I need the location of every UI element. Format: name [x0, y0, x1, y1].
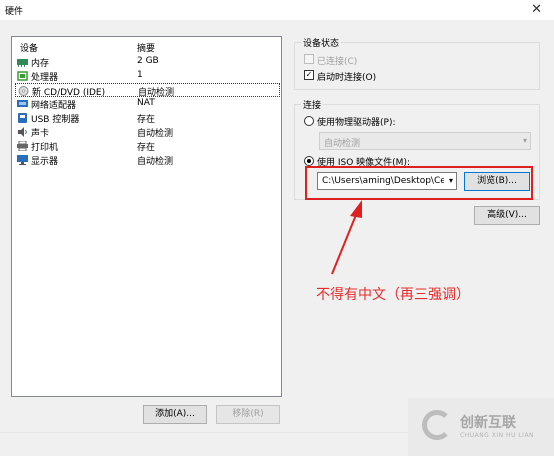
physical-drive-label: 使用物理驱动器(P):: [317, 118, 396, 128]
connected-checkbox[interactable]: [304, 54, 314, 64]
device-name: USB 控制器: [31, 115, 80, 125]
add-button[interactable]: 添加(A)...: [143, 405, 207, 424]
device-name: 处理器: [31, 73, 59, 83]
memory-icon: [17, 59, 28, 67]
device-summary: 2 GB: [137, 56, 159, 66]
cd-dvd-icon: [18, 86, 29, 96]
network-adapter-icon: [17, 100, 28, 107]
device-list[interactable]: 设备 摘要 内存 2 GB 处理器 1 新 CD/DVD (IDE) 自动检测 …: [11, 36, 282, 397]
device-summary: 存在: [137, 115, 156, 125]
sound-card-icon: [18, 127, 27, 137]
device-row-printer[interactable]: 打印机 存在: [15, 139, 280, 153]
physical-drive-radio[interactable]: [304, 116, 314, 126]
device-summary: 自动检测: [137, 129, 174, 139]
device-status-group: 设备状态 已连接(C) ✓ 启动时连接(O): [294, 36, 540, 90]
connected-label: 已连接(C): [317, 57, 358, 67]
annotation-text: 不得有中文（再三强调）: [316, 287, 470, 303]
device-row-cd-dvd[interactable]: 新 CD/DVD (IDE) 自动检测: [15, 83, 280, 98]
device-summary: 1: [137, 70, 143, 80]
watermark-subtitle: CHUANG XIN HU LIAN: [460, 432, 535, 439]
close-icon[interactable]: ✕: [531, 2, 542, 17]
device-status-label: 设备状态: [301, 36, 342, 49]
watermark: 创新互联 CHUANG XIN HU LIAN: [408, 398, 554, 456]
highlight-box: [305, 166, 533, 200]
device-summary: 自动检测: [137, 157, 174, 167]
device-name: 显示器: [31, 157, 59, 167]
device-row-processor[interactable]: 处理器 1: [15, 69, 280, 83]
advanced-button[interactable]: 高级(V)...: [474, 206, 540, 225]
device-list-header: 设备 摘要: [12, 41, 281, 55]
window-title: 硬件: [5, 7, 24, 17]
remove-button[interactable]: 移除(R): [216, 405, 280, 424]
device-summary: NAT: [137, 98, 155, 108]
watermark-brand: 创新互联: [460, 415, 516, 431]
usb-icon: [18, 113, 27, 123]
iso-image-radio[interactable]: [304, 156, 314, 166]
chevron-down-icon: ▾: [522, 136, 527, 145]
title-bar: 硬件 ✕: [0, 0, 554, 20]
device-name: 内存: [31, 59, 50, 69]
device-summary: 存在: [137, 143, 156, 153]
device-row-usb[interactable]: USB 控制器 存在: [15, 111, 280, 125]
device-name: 打印机: [31, 143, 59, 153]
connection-label: 连接: [301, 98, 324, 111]
device-name: 声卡: [31, 129, 50, 139]
device-row-network[interactable]: 网络适配器 NAT: [15, 97, 280, 111]
connect-at-power-on-checkbox[interactable]: ✓: [304, 70, 314, 80]
printer-icon: [17, 141, 28, 151]
physical-drive-select[interactable]: 自动检测 ▾: [319, 132, 531, 150]
device-row-sound[interactable]: 声卡 自动检测: [15, 125, 280, 139]
physical-drive-value: 自动检测: [324, 139, 361, 149]
display-icon: [17, 155, 28, 165]
column-header-summary[interactable]: 摘要: [137, 41, 155, 54]
column-header-device[interactable]: 设备: [20, 41, 38, 54]
processor-icon: [17, 71, 28, 81]
device-row-memory[interactable]: 内存 2 GB: [15, 55, 280, 69]
device-name: 网络适配器: [31, 101, 77, 111]
watermark-logo-icon: [422, 410, 452, 440]
device-row-display[interactable]: 显示器 自动检测: [15, 153, 280, 167]
connect-at-power-on-label: 启动时连接(O): [317, 73, 377, 83]
annotation-arrow-icon: [331, 200, 362, 275]
